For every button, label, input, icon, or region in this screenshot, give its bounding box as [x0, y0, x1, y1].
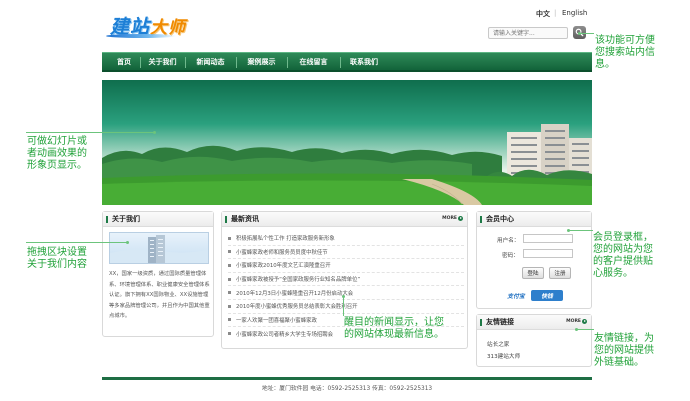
annotation-leader	[580, 33, 594, 34]
annotation-banner-text: 可做幻灯片或 者动画效果的 形象页显示。	[27, 136, 87, 171]
search-input[interactable]	[488, 27, 568, 39]
news-item-title: 小蜜蜂家政公司者精乡大学生专场招聘会	[236, 331, 334, 338]
bullet-icon	[228, 318, 231, 322]
login-button[interactable]: 登陆	[522, 267, 544, 279]
news-item-title: 2010年12月3日小蜜蜂隆重召开12月份启动大会	[236, 290, 354, 297]
lang-chinese-link[interactable]: 中文	[536, 9, 550, 19]
bullet-icon	[228, 250, 231, 254]
annotation-search-text: 该功能可方便 您搜索站内信 息。	[595, 35, 655, 70]
bullet-icon	[228, 291, 231, 295]
annotation-links: 友情链接，为 您的网站提供 外链基础。	[594, 333, 654, 369]
about-panel: 关于我们 XX，国家一级资质，通过国际质量管理体系、环境管理体系、职业健康安全管…	[102, 211, 214, 337]
news-more-link[interactable]: MORE	[442, 216, 463, 221]
about-text: XX，国家一级资质，通过国际质量管理体系、环境管理体系、职业健康安全管理体系认证…	[109, 271, 210, 319]
annotation-leader	[577, 329, 594, 330]
news-item[interactable]: 小蜜蜂家政被授予“全国家政服务行业知名品牌单位”	[228, 273, 464, 287]
footer-bar	[102, 377, 592, 380]
news-item[interactable]: 积极拓展私个性工作 打造家政服务新形象	[228, 232, 464, 246]
nav-guestbook[interactable]: 在线留言	[287, 53, 340, 70]
bullet-icon	[228, 263, 231, 267]
banner-landscape-image	[102, 124, 592, 205]
banner-slideshow[interactable]	[102, 80, 592, 205]
main-nav: 首页 关于我们 新闻动态 案例展示 在线留言 联系我们	[102, 52, 592, 72]
bullet-icon	[228, 304, 231, 308]
username-field[interactable]	[523, 234, 573, 243]
news-more-label: MORE	[442, 216, 457, 221]
annotation-member: 会员登录框， 您的网站为您 的客户提供贴 心服务。	[593, 232, 653, 280]
annotation-news: 醒目的新闻显示，让您 的网站体现最新信息。	[344, 317, 444, 341]
username-label: 用户名：	[497, 238, 520, 244]
friend-link[interactable]: 313建站大师	[487, 352, 520, 360]
links-more-label: MORE	[566, 319, 581, 324]
lang-separator: |	[554, 9, 557, 17]
news-item-title: 小蜜蜂家政被授予“全国家政服务行业知名品牌单位”	[236, 277, 361, 284]
register-button[interactable]: 注册	[549, 267, 571, 279]
news-item-title: 小蜜蜂家政老师和服务员员度中秋佳节	[236, 249, 328, 256]
footer-text: 地址：厦门软件园 电话：0592-2525313 传真：0592-2525313	[261, 386, 433, 392]
annotation-search: 该功能可方便 您搜索站内信 息。	[595, 35, 655, 71]
about-panel-header: 关于我们	[103, 212, 213, 227]
nav-news[interactable]: 新闻动态	[185, 53, 236, 70]
bullet-icon	[228, 236, 231, 240]
buildings-icon	[482, 124, 592, 184]
annotation-member-text: 会员登录框， 您的网站为您 的客户提供贴 心服务。	[593, 232, 653, 279]
links-panel: 友情链接 MORE 站长之家 313建站大师	[476, 314, 592, 367]
nav-about[interactable]: 关于我们	[140, 53, 185, 70]
bullet-icon	[228, 277, 231, 281]
annotation-news-text: 醒目的新闻显示，让您 的网站体现最新信息。	[344, 317, 444, 340]
news-item[interactable]: 小蜜蜂家政2010年度文艺汇演隆重召开	[228, 259, 464, 273]
annotation-banner: 可做幻灯片或 者动画效果的 形象页显示。	[27, 136, 87, 172]
nav-contact[interactable]: 联系我们	[340, 53, 388, 70]
friend-link[interactable]: 站长之家	[487, 340, 509, 348]
password-label: 密码：	[502, 253, 519, 259]
news-item-title: 2010年度小蜜蜂优秀服务员总结表彰大会胜利召开	[236, 304, 358, 311]
about-title: 关于我们	[112, 215, 140, 223]
news-panel-header: 最新资讯 MORE	[222, 212, 467, 227]
logo-swoosh	[106, 34, 176, 38]
news-item-title: 一家人欢聚一团喜福聚小蜜蜂家政	[236, 317, 317, 324]
annotation-about: 拖拽区块设置 关于我们内容	[27, 247, 87, 271]
news-item-title: 积极拓展私个性工作 打造家政服务新形象	[236, 236, 335, 243]
news-item[interactable]: 小蜜蜂家政老师和服务员员度中秋佳节	[228, 246, 464, 260]
news-title: 最新资讯	[231, 215, 259, 223]
building-photo-icon	[110, 235, 208, 263]
member-title: 会员中心	[486, 215, 514, 223]
annotation-about-text: 拖拽区块设置 关于我们内容	[27, 247, 87, 270]
more-arrow-icon	[458, 216, 463, 221]
annotation-leader	[569, 230, 593, 231]
links-title: 友情链接	[486, 318, 514, 326]
annotation-leader	[26, 242, 127, 243]
news-item-title: 小蜜蜂家政2010年度文艺汇演隆重召开	[236, 263, 331, 270]
annotation-leader	[343, 296, 344, 316]
lang-english-link[interactable]: English	[562, 9, 587, 17]
password-field[interactable]	[523, 249, 573, 258]
annotation-links-text: 友情链接，为 您的网站提供 外链基础。	[594, 333, 654, 368]
bullet-icon	[228, 332, 231, 336]
links-panel-header: 友情链接 MORE	[477, 315, 591, 330]
member-panel-header: 会员中心	[477, 212, 591, 227]
more-arrow-icon	[582, 319, 587, 324]
news-item[interactable]: 2010年12月3日小蜜蜂隆重召开12月份启动大会	[228, 286, 464, 300]
member-panel: 会员中心 用户名： 密码： 登陆 注册 支付宝 快钱	[476, 211, 592, 309]
alipay-logo[interactable]: 支付宝	[503, 290, 529, 301]
quickpay-logo[interactable]: 快钱	[531, 290, 563, 301]
nav-cases[interactable]: 案例展示	[236, 53, 287, 70]
nav-home[interactable]: 首页	[102, 53, 140, 70]
news-item[interactable]: 2010年度小蜜蜂优秀服务员总结表彰大会胜利召开	[228, 300, 464, 314]
links-more-link[interactable]: MORE	[566, 319, 587, 324]
about-image	[109, 232, 209, 264]
annotation-leader	[26, 132, 154, 133]
